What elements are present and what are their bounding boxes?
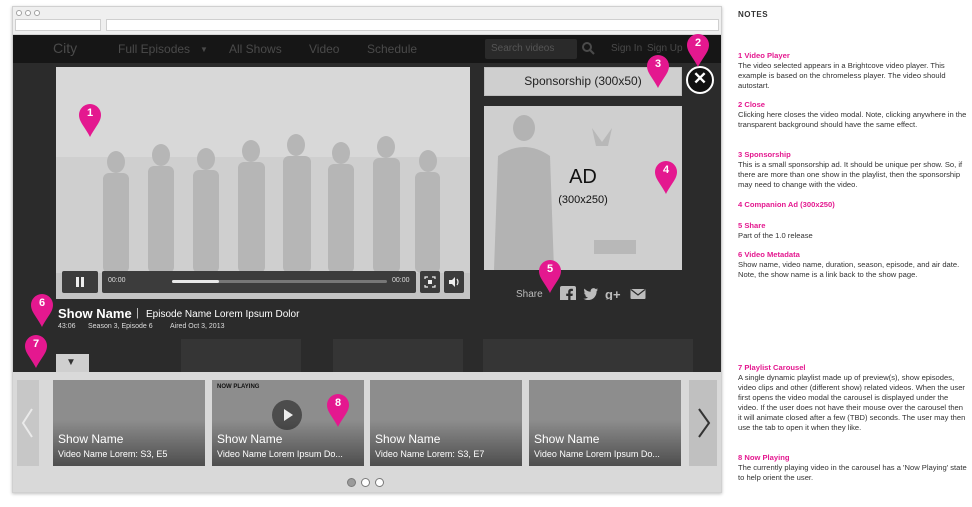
wireframe-stage: City Full Episodes ▼ All Shows Video Sch… [0,0,972,507]
sign-in-link[interactable]: Sign In [611,43,642,54]
player-controls: 00:00 00:00 [62,271,464,293]
carousel-prev-button[interactable] [17,380,39,466]
now-playing-label: NOW PLAYING [217,384,260,390]
playlist-carousel: Show Name Video Name Lorem: S3, E5 NOW P… [13,372,721,492]
chevron-right-icon [698,408,711,438]
fullscreen-icon [424,276,436,288]
browser-window: City Full Episodes ▼ All Shows Video Sch… [12,6,722,493]
carousel-card[interactable]: Show Name Video Name Lorem: S3, E7 [370,380,522,466]
carousel-page-dot[interactable] [347,478,356,487]
scrubber-bar: 00:00 00:00 [102,271,416,293]
nav-item-video[interactable]: Video [309,42,339,56]
window-close-dot[interactable] [16,10,22,16]
card-show-name: Show Name [217,432,283,446]
nav-item-schedule[interactable]: Schedule [367,42,417,56]
show-name-link[interactable]: Show Name [58,306,132,321]
episode-name: Episode Name Lorem Ipsum Dolor [146,309,300,320]
carousel-next-button[interactable] [689,380,717,466]
note-now-playing: 8 Now Playing The currently playing video… [738,453,967,482]
metadata-separator: | [136,307,139,319]
site-navigation: City Full Episodes ▼ All Shows Video Sch… [13,35,721,63]
card-show-name: Show Name [534,432,600,446]
volume-icon [449,277,459,287]
season-episode: Season 3, Episode 6 [88,323,153,330]
current-time: 00:00 [108,277,126,284]
card-show-name: Show Name [375,432,441,446]
nav-item-all-shows[interactable]: All Shows [229,42,282,56]
card-video-name: Video Name Lorem: S3, E5 [58,449,168,459]
nav-item-full-episodes[interactable]: Full Episodes [118,42,190,56]
search-icon[interactable] [581,41,595,55]
window-zoom-dot[interactable] [34,10,40,16]
annotation-pin-7: 7 [24,334,48,368]
note-playlist-carousel: 7 Playlist Carousel A single dynamic play… [738,363,966,432]
annotation-pin-3: 3 [646,54,670,88]
caret-down-icon: ▼ [66,357,76,368]
annotation-pin-2: 2 [686,33,710,67]
note-video-player: 1 Video Player The video selected appears… [738,51,946,90]
window-minimize-dot[interactable] [25,10,31,16]
progress-fill [172,280,220,283]
notes-title: NOTES [738,10,769,19]
progress-track[interactable] [172,280,387,283]
sign-up-link[interactable]: Sign Up [647,43,683,54]
note-share: 5 Share Part of the 1.0 release [738,221,813,240]
annotation-pin-8: 8 [326,393,350,427]
carousel-toggle-tab[interactable]: ▼ [56,354,89,372]
browser-chrome [13,7,721,35]
search-input[interactable]: Search videos [485,39,577,59]
companion-ad[interactable]: AD (300x250) [484,106,682,270]
note-sponsorship: 3 Sponsorship This is a small sponsorship… [738,150,963,189]
fullscreen-button[interactable] [420,271,440,293]
ad-label: AD [569,166,597,188]
annotation-pin-1: 1 [78,103,102,137]
video-still-image [56,67,470,299]
total-time: 00:00 [392,277,410,284]
annotation-pin-6: 6 [30,293,54,327]
card-video-name: Video Name Lorem Ipsum Do... [217,449,343,459]
card-video-name: Video Name Lorem Ipsum Do... [534,449,660,459]
note-video-metadata: 6 Video Metadata Show name, video name, d… [738,250,960,279]
chevron-down-icon: ▼ [200,45,208,54]
video-player[interactable]: 00:00 00:00 [56,67,470,299]
carousel-card[interactable]: Show Name Video Name Lorem Ipsum Do... [529,380,681,466]
carousel-page-dot[interactable] [361,478,370,487]
note-close: 2 Close Clicking here closes the video mo… [738,100,967,129]
card-video-name: Video Name Lorem: S3, E7 [375,449,485,459]
chevron-left-icon [21,408,33,438]
annotation-pin-4: 4 [654,160,678,194]
carousel-card[interactable]: Show Name Video Name Lorem: S3, E5 [53,380,205,466]
browser-tab[interactable] [15,19,101,31]
carousel-page-dot[interactable] [375,478,384,487]
annotation-pin-5: 5 [538,259,562,293]
site-logo[interactable]: City [53,40,77,56]
video-duration: 43:06 [58,323,76,330]
card-show-name: Show Name [58,432,124,446]
close-icon: ✕ [692,69,708,88]
pause-icon [76,277,84,287]
pause-button[interactable] [62,271,98,293]
air-date: Aired Oct 3, 2013 [170,323,225,330]
close-button[interactable]: ✕ [686,66,714,94]
volume-button[interactable] [444,271,464,293]
search-placeholder: Search videos [491,43,555,54]
ad-size-label: (300x250) [558,194,608,206]
note-companion-ad: 4 Companion Ad (300x250) [738,200,835,209]
address-bar[interactable] [106,19,719,31]
notes-panel: NOTES 1 Video Player The video selected a… [738,0,972,507]
